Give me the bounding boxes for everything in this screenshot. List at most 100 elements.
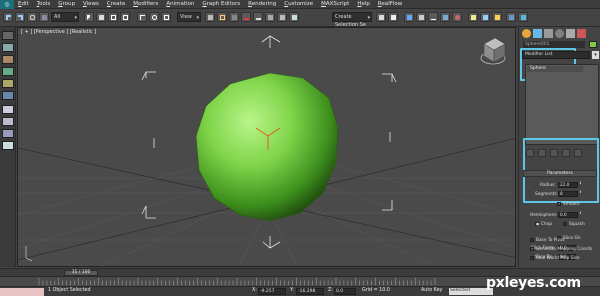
auto-key-button[interactable]: Auto Key (421, 288, 442, 293)
x-coord-input[interactable]: -9.257 (258, 288, 286, 295)
mirror-icon[interactable] (376, 12, 386, 22)
chop-radio[interactable]: ● (535, 222, 539, 226)
menu-customize[interactable]: Customize (280, 0, 317, 9)
modifier-stack[interactable]: Sphere (525, 64, 599, 145)
strip-tool-6-icon[interactable] (2, 91, 14, 100)
create-tab-icon[interactable] (522, 29, 531, 38)
snaps-toggle-icon[interactable] (241, 12, 251, 22)
strip-tool-7-icon[interactable] (2, 105, 14, 114)
spinner-snap-icon[interactable] (277, 12, 287, 22)
modifier-list-dropdown[interactable]: Modifier List (522, 51, 590, 59)
realflow-export-icon[interactable] (518, 12, 528, 22)
selection-filter-dropdown[interactable]: All ▾ (51, 12, 79, 22)
base-to-pivot-checkbox[interactable] (530, 238, 534, 242)
app-logo-icon[interactable]: ◎ (0, 0, 14, 9)
keyboard-shortcut-icon[interactable] (229, 12, 239, 22)
viewport-canvas[interactable] (18, 28, 516, 267)
menu-maxscript[interactable]: MAXScript (317, 0, 353, 9)
y-coord-input[interactable]: -16.298 (296, 288, 324, 295)
reference-coord-value: View (180, 14, 192, 20)
perspective-viewport[interactable]: [ + ] [Perspective ] [Realistic ] (17, 27, 516, 267)
strip-tool-10-icon[interactable] (2, 141, 14, 150)
strip-tool-5-icon[interactable] (2, 79, 14, 88)
pivot-center-icon[interactable] (205, 12, 215, 22)
chevron-down-icon: ▾ (196, 15, 199, 21)
chevron-down-icon: ▾ (367, 15, 370, 21)
layer-manager-icon[interactable] (404, 12, 414, 22)
display-tab-icon[interactable] (566, 29, 575, 38)
select-manipulate-icon[interactable] (217, 12, 227, 22)
move-icon[interactable] (137, 12, 147, 22)
menu-tools[interactable]: Tools (33, 0, 55, 9)
smooth-checkbox[interactable]: ✓ (557, 202, 561, 206)
undo-icon[interactable] (3, 12, 13, 22)
segments-input[interactable]: 8 (558, 191, 578, 197)
generate-mapping-checkbox[interactable]: ✓ (530, 247, 534, 251)
render-production-icon[interactable] (492, 12, 502, 22)
hemisphere-label: Hemisphere: (530, 213, 558, 218)
graphite-ribbon-icon[interactable] (416, 12, 426, 22)
object-name-field[interactable]: Sphere001 (523, 41, 585, 48)
utilities-tab-icon[interactable] (577, 29, 586, 38)
rotate-icon[interactable] (149, 12, 159, 22)
hierarchy-tab-icon[interactable] (544, 29, 553, 38)
strip-tool-3-icon[interactable] (2, 55, 14, 64)
select-object-icon[interactable] (84, 12, 94, 22)
squash-radio[interactable] (563, 222, 567, 226)
stack-item-sphere[interactable]: Sphere (527, 66, 583, 72)
menu-help[interactable]: Help (353, 0, 374, 9)
menu-create[interactable]: Create (103, 0, 129, 9)
select-by-name-icon[interactable] (96, 12, 106, 22)
curve-editor-icon[interactable] (428, 12, 438, 22)
parameters-rollout-header[interactable]: Parameters (523, 170, 597, 177)
real-world-map-checkbox[interactable] (530, 256, 534, 260)
object-color-swatch[interactable] (589, 41, 597, 48)
material-editor-icon[interactable] (452, 12, 462, 22)
viewport-label[interactable]: [ + ] [Perspective ] [Realistic ] (21, 29, 96, 35)
percent-snap-icon[interactable] (265, 12, 275, 22)
strip-tool-2-icon[interactable] (2, 43, 14, 52)
radius-input[interactable]: 22.0 (558, 182, 578, 188)
menu-views[interactable]: Views (79, 0, 103, 9)
strip-tool-9-icon[interactable] (2, 129, 14, 138)
base-to-pivot-label: Base To Pivot (536, 238, 565, 243)
rendered-frame-window-icon[interactable] (480, 12, 490, 22)
hemisphere-input[interactable]: 0.0 (558, 212, 578, 218)
align-icon[interactable] (388, 12, 398, 22)
menu-animation[interactable]: Animation (162, 0, 198, 9)
viewcube[interactable] (480, 37, 506, 65)
z-coord-input[interactable]: 0.0 (334, 288, 356, 295)
sphere-object[interactable] (195, 72, 339, 222)
motion-tab-icon[interactable] (555, 29, 564, 38)
strip-tool-1-icon[interactable] (2, 31, 14, 40)
named-selection-dropdown[interactable]: Create Selection Se ▾ (332, 12, 372, 28)
reference-coord-dropdown[interactable]: View ▾ (177, 12, 201, 22)
schematic-view-icon[interactable] (440, 12, 450, 22)
spinner-icon[interactable]: ⬍ (579, 181, 582, 188)
menu-group[interactable]: Group (54, 0, 79, 9)
strip-tool-4-icon[interactable] (2, 67, 14, 76)
link-icon[interactable] (27, 12, 37, 22)
angle-snap-icon[interactable] (253, 12, 263, 22)
scale-icon[interactable] (161, 12, 171, 22)
realflow-icon[interactable] (506, 12, 516, 22)
render-setup-icon[interactable] (468, 12, 478, 22)
radius-label: Radius: (540, 183, 556, 188)
maxscript-listener[interactable] (0, 288, 44, 296)
bind-space-warp-icon[interactable] (39, 12, 49, 22)
menu-modifiers[interactable]: Modifiers (129, 0, 162, 9)
edit-named-selection-icon[interactable] (289, 12, 299, 22)
redo-icon[interactable] (15, 12, 25, 22)
rectangular-selection-icon[interactable] (108, 12, 118, 22)
menu-edit[interactable]: Edit (14, 0, 33, 9)
strip-tool-8-icon[interactable] (2, 117, 14, 126)
menu-realflow[interactable]: RealFlow (374, 0, 406, 9)
spinner-icon[interactable]: ⬍ (579, 190, 582, 197)
spinner-icon[interactable]: ⬍ (579, 211, 582, 218)
menu-rendering[interactable]: Rendering (244, 0, 280, 9)
left-tool-strip (0, 27, 16, 267)
menu-graph-editors[interactable]: Graph Editors (198, 0, 244, 9)
modify-tab-icon[interactable] (533, 29, 542, 38)
window-crossing-icon[interactable] (120, 12, 130, 22)
chevron-down-icon[interactable]: ▾ (592, 51, 599, 59)
